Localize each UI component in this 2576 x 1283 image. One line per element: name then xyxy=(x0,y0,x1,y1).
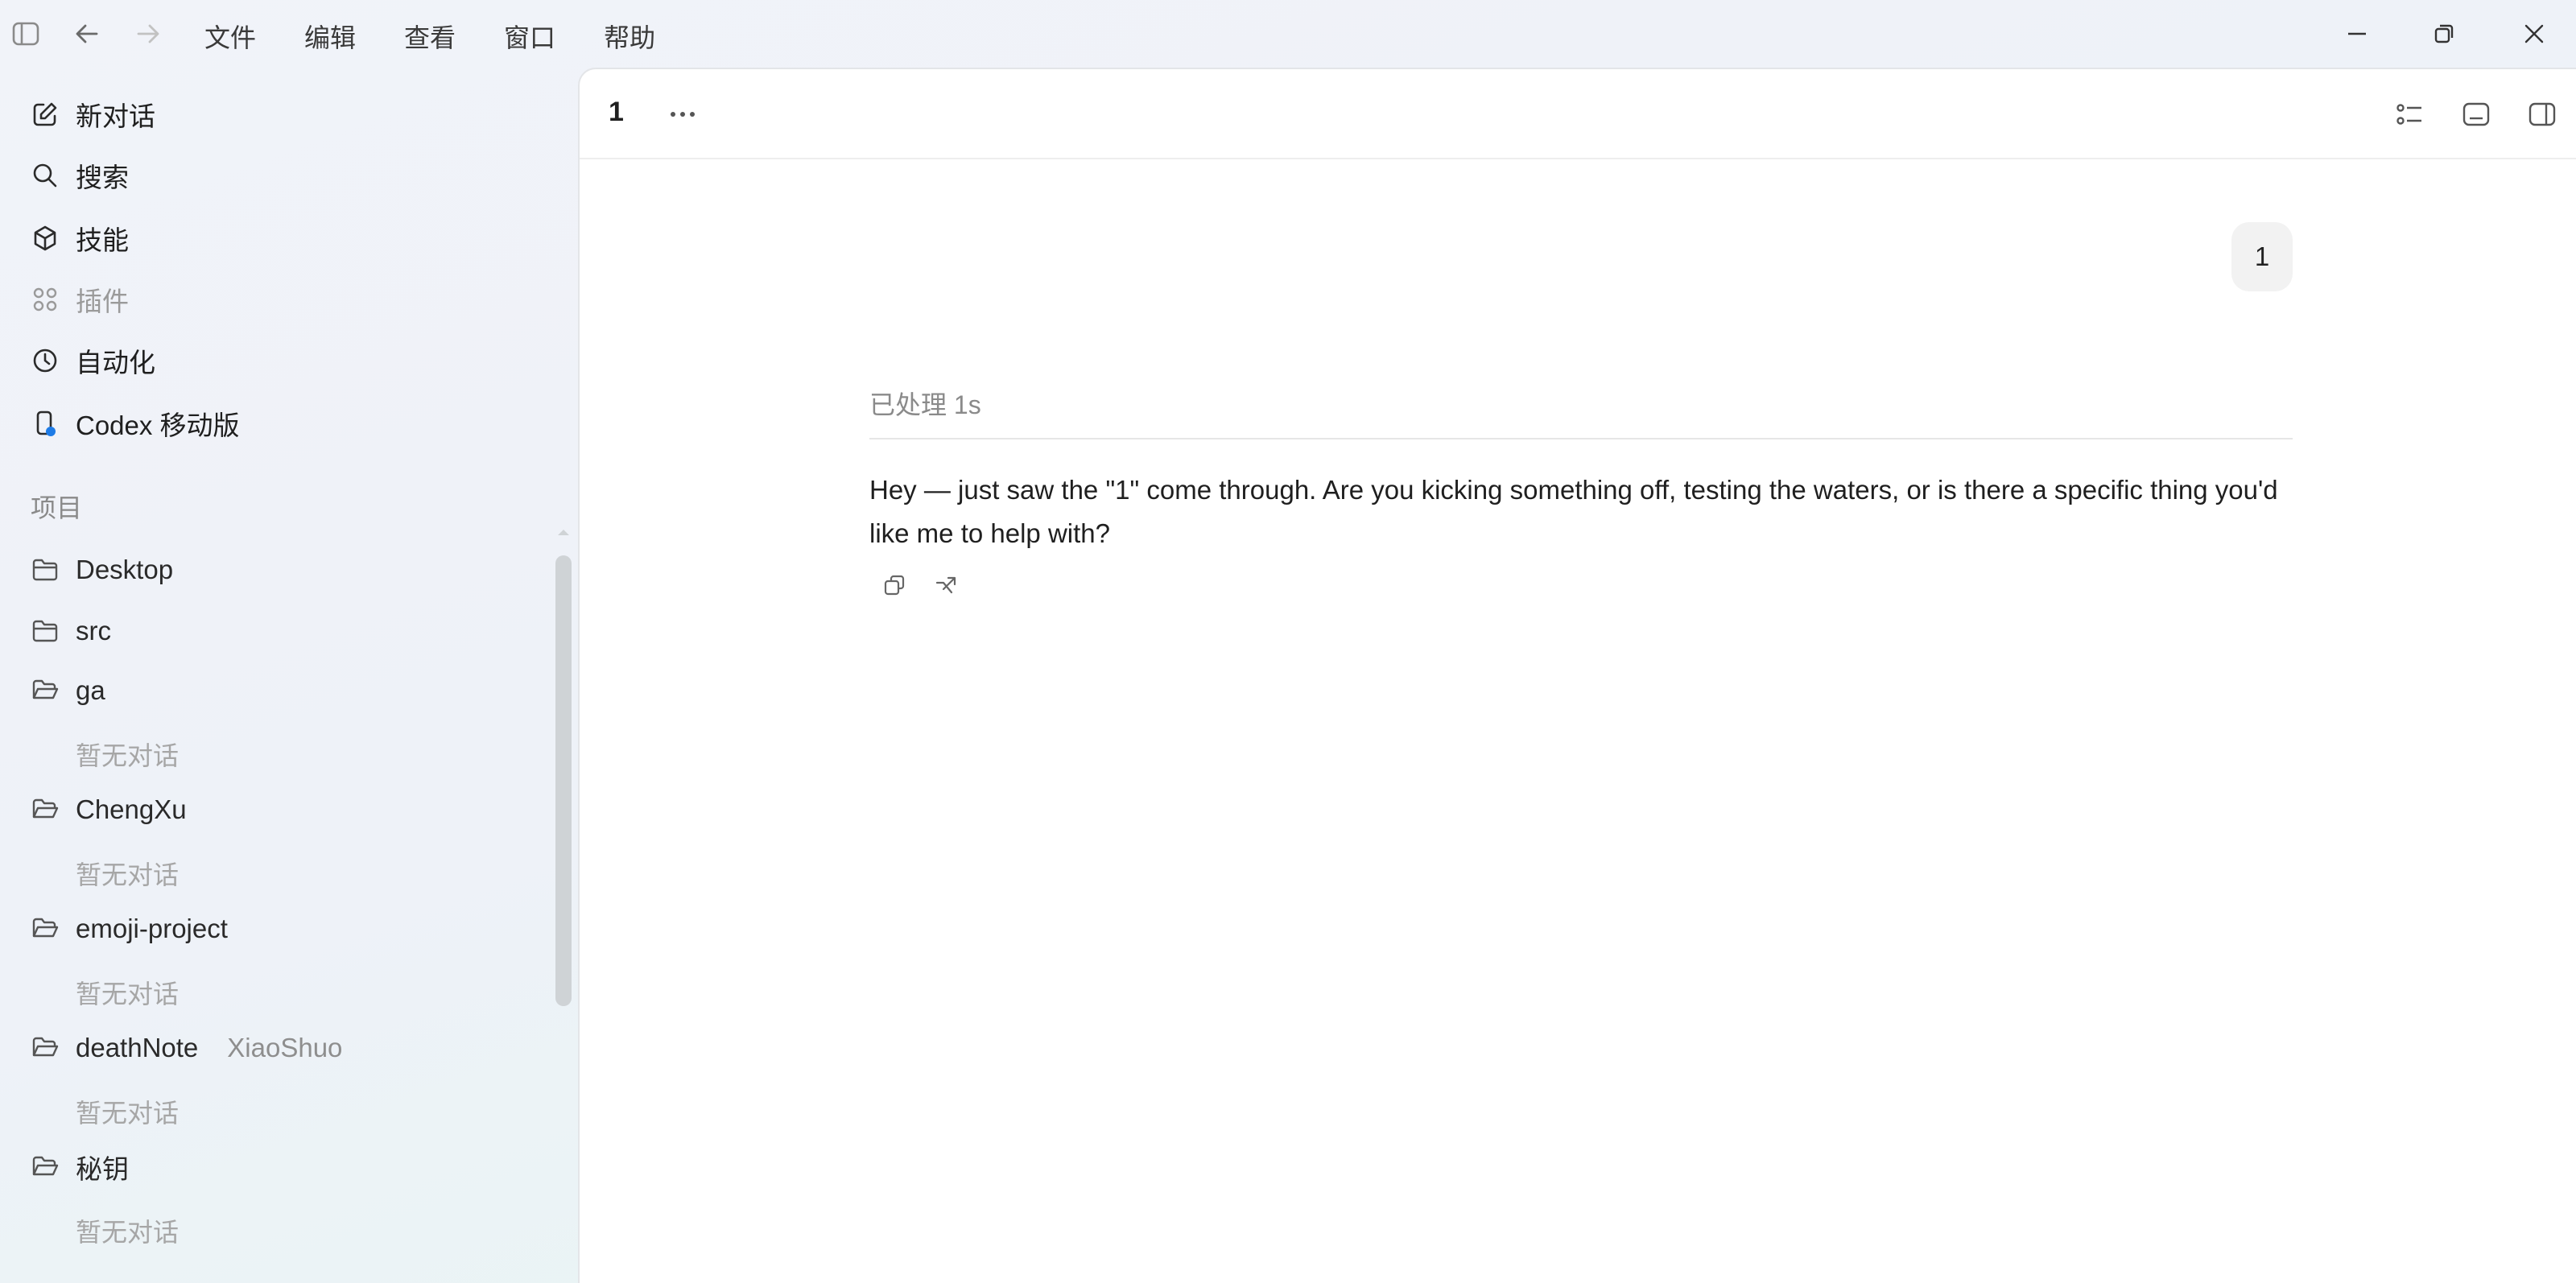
project-name: Desktop xyxy=(76,555,174,584)
sidebar-item-automation[interactable]: 自动化 xyxy=(29,336,155,385)
empty-conversations-label: 暂无对话 xyxy=(76,980,180,1009)
menu-edit[interactable]: 编辑 xyxy=(304,16,356,56)
conversation-panel: 1 1 已处理 1s Hey — just saw the "1" come t… xyxy=(578,68,2576,1283)
empty-conversations-label: 暂无对话 xyxy=(76,1099,180,1128)
folder-icon xyxy=(29,554,61,586)
scroll-up-arrow-icon[interactable] xyxy=(555,526,572,538)
menu-bar: 文件 编辑 查看 窗口 帮助 xyxy=(204,16,704,56)
terminal-panel-icon[interactable] xyxy=(2457,95,2496,134)
empty-conversations-label: 暂无对话 xyxy=(76,1218,180,1247)
sidebar-item-label: 自动化 xyxy=(76,348,155,377)
sidebar-scrollbar[interactable] xyxy=(555,555,572,1006)
folder-open-icon xyxy=(29,675,61,707)
folder-open-icon xyxy=(29,913,61,945)
folder-open-icon xyxy=(29,1032,61,1064)
sidebar-item-label: Codex 移动版 xyxy=(76,410,240,440)
assistant-reply: Hey — just saw the "1" come through. Are… xyxy=(869,475,2278,548)
sidebar-item-codex-mobile[interactable]: Codex 移动版 xyxy=(29,399,240,448)
cube-icon xyxy=(29,222,61,254)
project-name: ChengXu xyxy=(76,794,187,824)
sidebar-item-search[interactable]: 搜索 xyxy=(29,151,129,200)
folder-icon xyxy=(29,615,61,647)
copy-icon[interactable] xyxy=(877,568,913,604)
menu-help[interactable]: 帮助 xyxy=(604,16,655,56)
sidebar-item-label: 插件 xyxy=(76,287,129,316)
forward-arrow-icon[interactable] xyxy=(132,18,164,50)
folder-open-icon xyxy=(29,1151,61,1183)
project-tag: XiaoShuo xyxy=(227,1033,343,1062)
sidebar-item-label: 新对话 xyxy=(76,101,155,131)
more-options-icon[interactable] xyxy=(663,95,702,134)
side-panel-icon[interactable] xyxy=(2523,95,2562,134)
menu-file[interactable]: 文件 xyxy=(204,16,256,56)
sidebar-item-skills[interactable]: 技能 xyxy=(29,214,129,262)
project-name: 秘钥 xyxy=(76,1154,129,1184)
project-item[interactable]: src xyxy=(29,608,111,654)
menu-window[interactable]: 窗口 xyxy=(504,16,555,56)
reply-actions xyxy=(877,568,964,604)
restore-icon[interactable] xyxy=(2425,14,2463,53)
title-bar: 文件 编辑 查看 窗口 帮助 xyxy=(0,0,2576,68)
project-item[interactable]: ga xyxy=(29,668,105,713)
sidebar-item-label: 搜索 xyxy=(76,163,129,192)
grid-icon xyxy=(29,283,61,316)
project-item[interactable]: emoji-project xyxy=(29,906,228,951)
project-item[interactable]: ChengXu xyxy=(29,787,187,832)
project-item[interactable]: Desktop xyxy=(29,547,173,592)
projects-section-label: 项目 xyxy=(31,493,83,522)
project-item[interactable]: 秘钥 xyxy=(29,1145,129,1190)
project-name: emoji-project xyxy=(76,914,228,943)
project-name: src xyxy=(76,616,111,646)
project-name: deathNote xyxy=(76,1033,199,1062)
conversation-header: 1 xyxy=(580,69,2576,159)
sidebar-item-label: 技能 xyxy=(76,225,129,255)
empty-conversations-label: 暂无对话 xyxy=(76,860,180,889)
edit-icon xyxy=(29,98,61,130)
menu-view[interactable]: 查看 xyxy=(404,16,456,56)
sidebar-item-new-chat[interactable]: 新对话 xyxy=(29,90,155,138)
project-item[interactable]: deathNote XiaoShuo xyxy=(29,1025,342,1071)
project-name: ga xyxy=(76,675,105,705)
processed-status[interactable]: 已处理 1s xyxy=(869,385,981,422)
sidebar-item-plugins[interactable]: 插件 xyxy=(29,275,129,324)
toggle-sidebar-icon[interactable] xyxy=(10,18,42,50)
divider xyxy=(869,438,2293,439)
user-message-bubble: 1 xyxy=(2231,222,2293,291)
back-arrow-icon[interactable] xyxy=(71,18,103,50)
minimize-icon[interactable] xyxy=(2338,14,2376,53)
fork-icon[interactable] xyxy=(929,568,964,604)
sidebar: 新对话 搜索 技能 插件 自动化 Codex 移动版 项目 Desktop sr… xyxy=(0,68,576,1283)
clock-icon xyxy=(29,344,61,377)
empty-conversations-label: 暂无对话 xyxy=(76,741,180,770)
close-icon[interactable] xyxy=(2515,14,2553,53)
task-list-icon[interactable] xyxy=(2391,95,2429,134)
search-icon xyxy=(29,159,61,192)
mobile-icon xyxy=(29,407,61,439)
conversation-title: 1 xyxy=(609,97,624,127)
folder-open-icon xyxy=(29,794,61,826)
user-message-text: 1 xyxy=(2254,241,2270,271)
